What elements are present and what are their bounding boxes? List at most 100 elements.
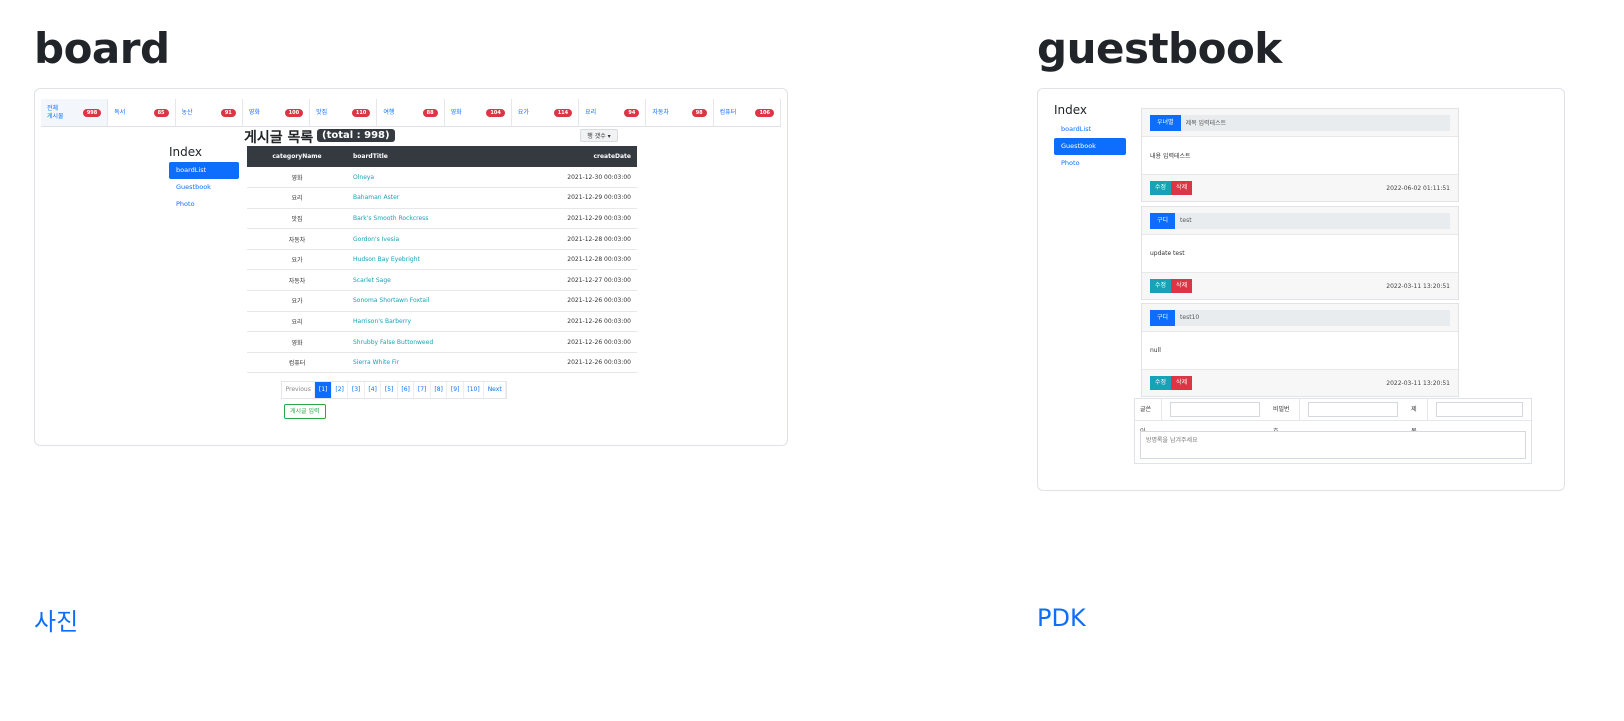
category-cell: 영화 (247, 167, 347, 189)
title-link[interactable]: Hudson Bay Eyebright (347, 249, 507, 271)
count-badge: 110 (351, 108, 371, 117)
guestbook-form: 글쓴이 비밀번호 제목 (1134, 398, 1532, 464)
category-tab[interactable]: 여행 88 (377, 99, 445, 126)
title-link[interactable]: Sierra White Fir (347, 352, 507, 374)
nav-item-photo[interactable]: Photo (169, 196, 239, 213)
subject-input[interactable] (1435, 402, 1524, 417)
photo-link[interactable]: 사진 (34, 602, 78, 637)
write-post-button[interactable]: 게시글 입력 (284, 404, 326, 419)
pagination-page-9[interactable]: [9] (447, 382, 464, 398)
title-link[interactable]: Scarlet Sage (347, 269, 507, 292)
board-list-heading: 게시글 목록 (244, 130, 314, 146)
category-tab[interactable]: 요가 114 (512, 99, 580, 126)
entry-subject: 제목 입력테스트 (1185, 120, 1227, 127)
title-link[interactable]: Shrubby False Buttonweed (347, 331, 507, 353)
delete-button[interactable]: 삭제 (1171, 376, 1193, 390)
title-link[interactable]: Sonoma Shortawn Foxtail (347, 290, 507, 312)
count-badge: 88 (422, 108, 438, 117)
pagination-page-3[interactable]: [3] (348, 382, 365, 398)
password-input[interactable] (1307, 402, 1399, 417)
nav-item-guestbook[interactable]: Guestbook (169, 179, 239, 196)
category-cell: 요가 (247, 290, 347, 312)
category-tab[interactable]: 컴퓨터 106 (714, 99, 781, 126)
nav-item-photo[interactable]: Photo (1054, 155, 1126, 172)
pagination-next[interactable]: Next (484, 382, 507, 398)
board-screenshot: 전체 게시물 998 독서 85 농산 91 영화 100 맛집 110 여행 … (34, 88, 788, 446)
category-label: 요가 (517, 108, 529, 116)
guestbook-screenshot: Index boardList Guestbook Photo 우녀별 제목 입… (1037, 88, 1565, 491)
nav-item-boardlist[interactable]: boardList (169, 162, 239, 179)
category-cell: 맛집 (247, 208, 347, 230)
rows-per-page-dropdown[interactable]: 행 갯수 ▾ (580, 129, 618, 142)
pagination-page-4[interactable]: [4] (365, 382, 382, 398)
edit-button[interactable]: 수정 (1150, 376, 1172, 390)
category-tab[interactable]: 맛집 110 (310, 99, 378, 126)
edit-button[interactable]: 수정 (1150, 181, 1172, 195)
category-cell: 자동차 (247, 269, 347, 292)
entry-subject: test10 (1180, 314, 1200, 321)
pagination: Previous [1] [2] [3] [4] [5] [6] [7] [8]… (281, 381, 508, 399)
index-title: Index (169, 145, 203, 159)
content-textarea[interactable] (1140, 431, 1526, 459)
category-cell: 요리 (247, 187, 347, 209)
writer-input[interactable] (1169, 402, 1260, 417)
entry-date: 2022-03-11 13:20:51 (1386, 282, 1450, 290)
count-badge: 100 (284, 108, 304, 117)
category-cell: 영화 (247, 331, 347, 353)
entry-writer: 구디 (1150, 212, 1176, 229)
pagination-page-1[interactable]: [1] (315, 382, 332, 398)
date-cell: 2021-12-30 00:03:00 (507, 167, 637, 189)
board-table: categoryName boardTitle createDate 영화 Oln… (247, 146, 637, 374)
table-row: 요가 Sonoma Shortawn Foxtail 2021-12-26 00:0… (247, 290, 637, 312)
table-row: 요가 Hudson Bay Eyebright 2021-12-28 00:03:0… (247, 249, 637, 271)
date-cell: 2021-12-27 00:03:00 (507, 269, 637, 292)
title-link[interactable]: Olneya (347, 167, 507, 189)
category-tab[interactable]: 영화 104 (445, 99, 512, 126)
total-count-badge: (total : 998) (317, 129, 395, 142)
column-header: boardTitle (347, 146, 507, 167)
count-badge: 94 (624, 108, 640, 117)
delete-button[interactable]: 삭제 (1171, 279, 1193, 293)
pagination-page-7[interactable]: [7] (414, 382, 431, 398)
category-tab-all[interactable]: 전체 게시물 998 (41, 99, 109, 126)
board-section-title: board (34, 24, 170, 73)
category-tab[interactable]: 농산 91 (176, 99, 243, 126)
category-tab[interactable]: 요리 94 (579, 99, 647, 126)
category-tab[interactable]: 자동차 98 (646, 99, 714, 126)
category-cell: 요가 (247, 249, 347, 271)
title-link[interactable]: Bark's Smooth Rockcress (347, 208, 507, 230)
pdk-link[interactable]: PDK (1037, 604, 1086, 632)
entry-subject: test (1180, 217, 1192, 224)
pagination-page-10[interactable]: [10] (464, 382, 485, 398)
count-badge: 106 (755, 108, 774, 117)
count-badge: 104 (486, 108, 505, 117)
nav-item-guestbook[interactable]: Guestbook (1054, 138, 1126, 155)
category-label: 영화 (450, 108, 462, 116)
edit-button[interactable]: 수정 (1150, 279, 1172, 293)
guestbook-index-nav: Index boardList Guestbook Photo (1054, 103, 1126, 172)
guestbook-entry: 우녀별 제목 입력테스트 내용 입력테스트 수정 삭제 2022-06-02 0… (1141, 108, 1459, 202)
guestbook-entry: 구디 test10 null 수정 삭제 2022-03-11 13:20:51 (1141, 303, 1459, 397)
table-row: 영화 Shrubby False Buttonweed 2021-12-26 00:… (247, 331, 637, 353)
pagination-page-2[interactable]: [2] (332, 382, 349, 398)
index-title: Index (1054, 103, 1088, 117)
title-link[interactable]: Harrison's Barberry (347, 311, 507, 333)
delete-button[interactable]: 삭제 (1171, 181, 1193, 195)
entry-content: 내용 입력테스트 (1142, 136, 1458, 175)
column-header: createDate (507, 146, 637, 167)
table-row: 요리 Harrison's Barberry 2021-12-26 00:03:00 (247, 311, 637, 333)
title-link[interactable]: Gordon's Ivesia (347, 228, 507, 250)
category-tab[interactable]: 독서 85 (108, 99, 176, 126)
guestbook-section-title: guestbook (1037, 24, 1282, 73)
column-header: categoryName (247, 146, 347, 167)
category-tab[interactable]: 영화 100 (243, 99, 311, 126)
pagination-page-6[interactable]: [6] (398, 382, 415, 398)
pagination-page-5[interactable]: [5] (381, 382, 398, 398)
category-label: 여행 (383, 108, 395, 116)
nav-item-boardlist[interactable]: boardList (1054, 121, 1126, 138)
pagination-previous[interactable]: Previous (282, 382, 316, 398)
pagination-page-8[interactable]: [8] (431, 382, 448, 398)
count-badge: 998 (82, 108, 102, 117)
title-link[interactable]: Bahaman Aster (347, 187, 507, 209)
password-label: 비밀번호 (1268, 398, 1300, 435)
